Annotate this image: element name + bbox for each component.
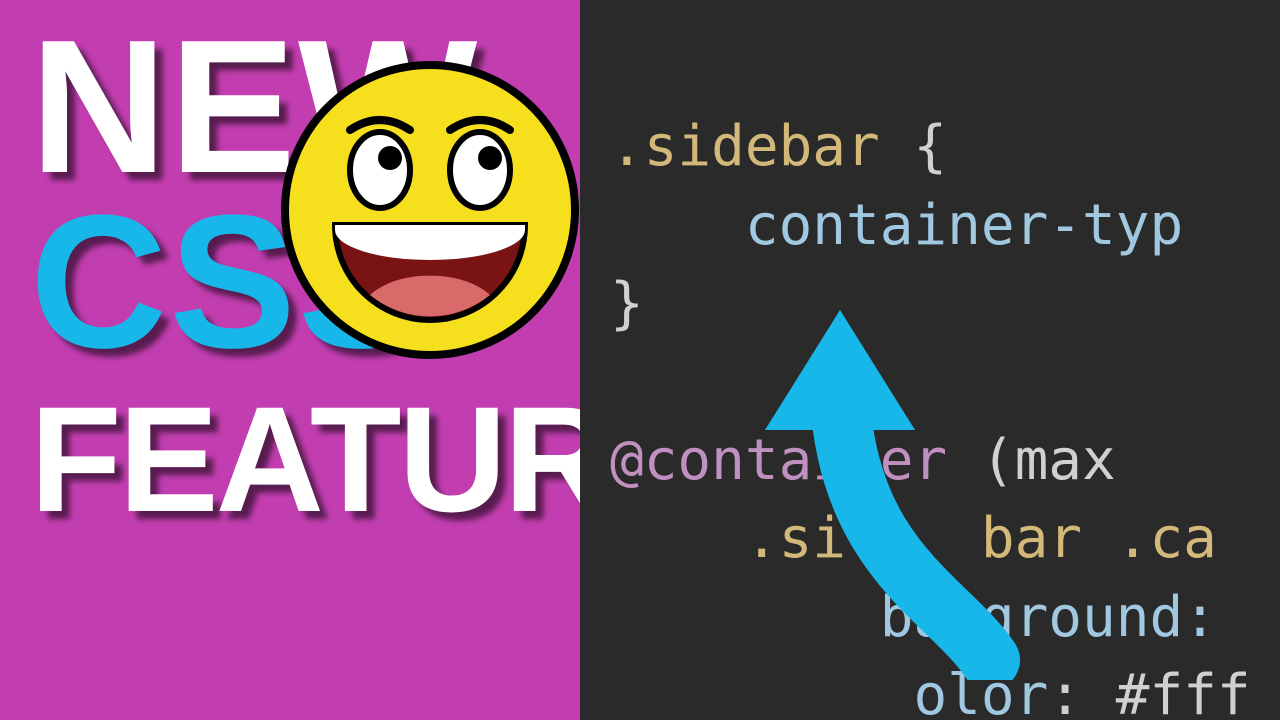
code-panel: .sidebar { container-typ } @container (m… bbox=[580, 0, 1280, 720]
headline-word-3: FEATURE bbox=[30, 390, 560, 528]
code-at-rule: @container bbox=[610, 428, 947, 493]
code-selector: .sidebar bbox=[610, 114, 880, 179]
headline-panel: NEW CSS FEATURE bbox=[0, 0, 580, 720]
code-hex-value: #fff bbox=[1116, 663, 1251, 720]
code-property: container-typ bbox=[745, 193, 1183, 258]
awesome-face-icon bbox=[280, 60, 580, 360]
thumbnail-stage: NEW CSS FEATURE .sidebar { container-typ… bbox=[0, 0, 1280, 720]
